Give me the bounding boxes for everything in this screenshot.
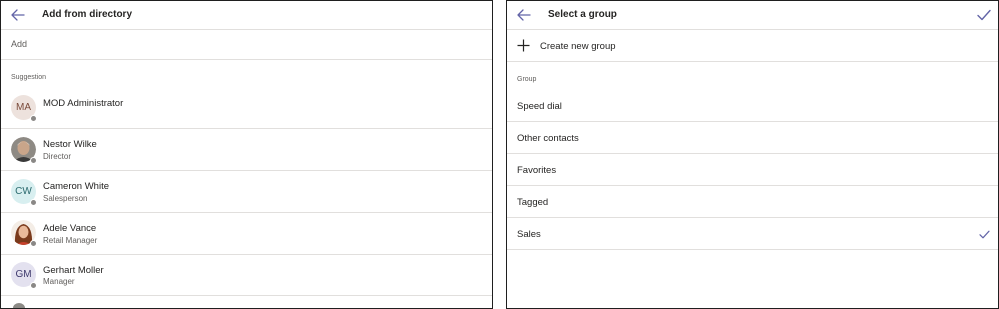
person-name: MOD Administrator (43, 98, 124, 109)
presence-status-icon (30, 199, 37, 206)
group-label: Favorites (517, 165, 557, 176)
add-from-directory-panel: Add from directory Add Suggestion MA MOD… (0, 0, 493, 309)
suggestion-item-mod-administrator[interactable]: MA MOD Administrator (1, 87, 492, 129)
avatar-initials: MA (16, 102, 31, 113)
group-item-sales[interactable]: Sales (507, 218, 998, 250)
group-section-label: Group (517, 76, 537, 83)
group-label: Tagged (517, 197, 549, 208)
plus-icon (517, 39, 530, 52)
presence-status-icon (30, 115, 37, 122)
group-item-speed-dial[interactable]: Speed dial (507, 90, 998, 122)
person-name: Adele Vance (43, 223, 97, 234)
selected-check-icon (979, 230, 990, 239)
suggestion-item-adele-vance[interactable]: Adele Vance Retail Manager (1, 213, 492, 255)
presence-status-icon (30, 282, 37, 289)
page-title: Select a group (548, 9, 617, 20)
presence-status-icon (30, 157, 37, 164)
person-name: Nestor Wilke (43, 139, 97, 150)
suggestion-section-label: Suggestion (11, 74, 47, 81)
back-arrow-icon[interactable] (516, 7, 532, 23)
create-new-group-label: Create new group (540, 41, 616, 52)
person-name: Gerhart Moller (43, 265, 104, 276)
suggestion-item-nestor-wilke[interactable]: Nestor Wilke Director (1, 129, 492, 171)
select-group-panel: Select a group Create new group Group Sp… (506, 0, 999, 309)
avatar-initials: CW (15, 186, 32, 197)
create-new-group-button[interactable]: Create new group (507, 30, 998, 62)
person-title: Salesperson (43, 194, 88, 203)
add-input-field[interactable]: Add (1, 30, 492, 60)
next-item-partial (13, 303, 25, 308)
suggestion-item-cameron-white[interactable]: CW Cameron White Salesperson (1, 171, 492, 213)
group-label: Speed dial (517, 101, 562, 112)
person-name: Cameron White (43, 181, 109, 192)
suggestion-item-gerhart-moller[interactable]: GM Gerhart Moller Manager (1, 254, 492, 296)
person-title: Manager (43, 277, 75, 286)
presence-status-icon (30, 240, 37, 247)
person-title: Director (43, 152, 72, 161)
panel-header: Add from directory (1, 1, 492, 30)
back-arrow-icon[interactable] (10, 7, 26, 23)
page-title: Add from directory (42, 9, 133, 20)
panel-header: Select a group (507, 1, 998, 30)
group-item-other-contacts[interactable]: Other contacts (507, 122, 998, 154)
avatar-initials: GM (15, 269, 32, 280)
group-item-tagged[interactable]: Tagged (507, 186, 998, 218)
confirm-check-icon[interactable] (977, 9, 991, 21)
group-label: Other contacts (517, 133, 579, 144)
person-title: Retail Manager (43, 236, 98, 245)
group-item-favorites[interactable]: Favorites (507, 154, 998, 186)
add-input-placeholder: Add (11, 39, 28, 49)
group-label: Sales (517, 229, 541, 240)
